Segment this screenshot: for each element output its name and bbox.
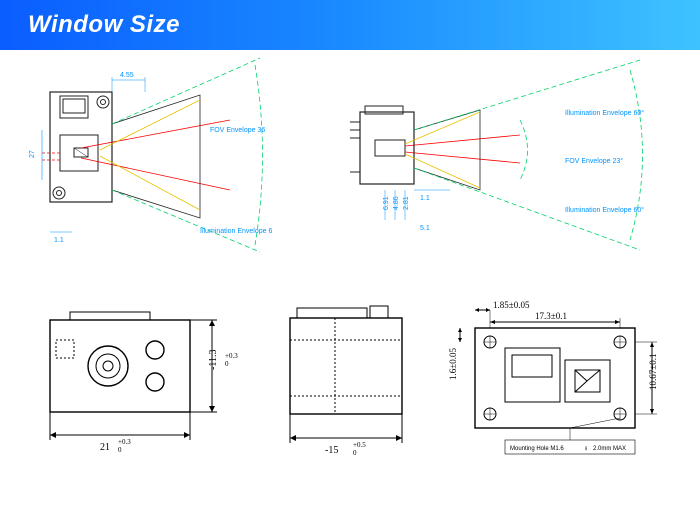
dim-bot-1-1: 1.1 xyxy=(54,237,64,244)
note-depth-sym: ⭳ xyxy=(585,445,587,452)
dim-w-tol-t: +0.3 xyxy=(118,438,131,446)
view-front-ortho: 21 +0.3 0 -11.3 +0.3 0 xyxy=(50,312,238,454)
dim-6-91: 6.91 xyxy=(383,196,390,210)
note-depth: 2.0mm MAX xyxy=(593,446,626,452)
dim-1-85: 1.85±0.05 xyxy=(493,300,530,310)
dim-width-21: 21 xyxy=(100,442,110,453)
header-bar: Window Size xyxy=(0,0,700,50)
label-illum-bot: Illumination Envelope 60° xyxy=(565,206,644,214)
label-fov-envelope: FOV Envelope 36 xyxy=(210,127,265,134)
page-title: Window Size xyxy=(28,11,180,39)
dim-5-1: 5.1 xyxy=(420,225,430,232)
dim-h-tol-t: +0.3 xyxy=(225,352,238,360)
dim-height-11-3: -11.3 xyxy=(208,350,219,370)
view-front-fov: 4.55 27 1.1 FOV Envelope 36 Illumination… xyxy=(29,58,272,252)
dim-10-67: 10.67±0.1 xyxy=(648,354,658,390)
dim-vert-27: 27 xyxy=(29,150,36,158)
dim-2-81: 2.81 xyxy=(403,196,410,210)
view-side-fov: Illumination Envelope 60° FOV Envelope 2… xyxy=(350,60,644,250)
note-mounting: Mounting Hole M1.6 xyxy=(510,446,564,452)
dim-top-4-55: 4.55 xyxy=(120,72,134,79)
label-illum-top: Illumination Envelope 60° xyxy=(565,109,644,117)
dim-w-tol-b: 0 xyxy=(118,446,122,454)
view-back-ortho: 1.85±0.05 17.3±0.1 1.6±0.05 10.67±0.1 Mo… xyxy=(448,300,658,454)
dim-w15-tol-t: +0.5 xyxy=(353,441,366,449)
label-illum-envelope: Illumination Envelope 6 xyxy=(200,228,272,235)
dim-1-1: 1.1 xyxy=(420,195,430,202)
dim-17-3: 17.3±0.1 xyxy=(535,311,567,321)
dim-1-6: 1.6±0.05 xyxy=(448,348,458,380)
dim-w15-tol-b: 0 xyxy=(353,449,357,457)
view-side-ortho: -15 +0.5 0 xyxy=(290,306,402,457)
dim-width-15: -15 xyxy=(325,445,338,456)
label-fov-23: FOV Envelope 23° xyxy=(565,157,623,165)
dim-4-86: 4.86 xyxy=(393,196,400,210)
technical-drawing: 4.55 27 1.1 FOV Envelope 36 Illumination… xyxy=(0,50,700,517)
dim-h-tol-b: 0 xyxy=(225,360,229,368)
